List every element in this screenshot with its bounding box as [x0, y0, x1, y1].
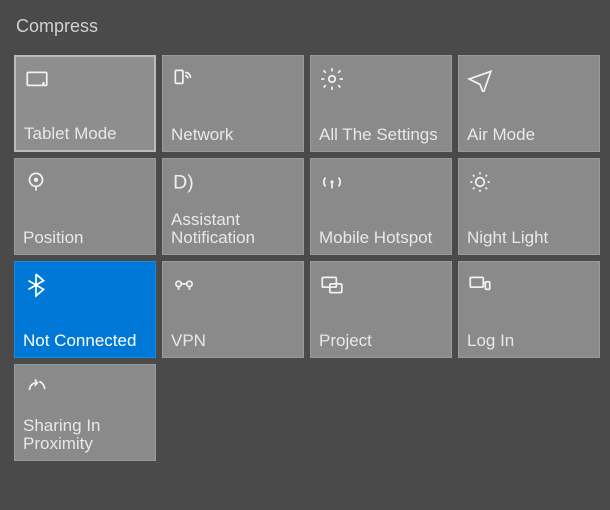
tile-connect[interactable]: Log In — [458, 261, 600, 358]
tile-vpn[interactable]: VPN — [162, 261, 304, 358]
tile-label: All The Settings — [319, 126, 443, 145]
tile-bluetooth[interactable]: Not Connected — [14, 261, 156, 358]
wifi-icon — [171, 66, 197, 92]
action-center-panel: Compress Tablet Mode Network All The Set… — [0, 0, 610, 471]
airplane-icon — [467, 66, 493, 92]
tile-label: Air Mode — [467, 126, 591, 145]
panel-header[interactable]: Compress — [10, 16, 600, 37]
bluetooth-icon — [23, 272, 49, 298]
tile-label: Project — [319, 332, 443, 351]
tile-label: Night Light — [467, 229, 591, 248]
tile-label: Position — [23, 229, 147, 248]
tile-label: Assistant Notification — [171, 211, 295, 248]
tablet-icon — [24, 67, 50, 93]
tile-all-settings[interactable]: All The Settings — [310, 55, 452, 152]
location-icon — [23, 169, 49, 195]
tile-tablet-mode[interactable]: Tablet Mode — [14, 55, 156, 152]
moon-icon: D) — [171, 169, 197, 195]
project-icon — [319, 272, 345, 298]
connect-icon — [467, 272, 493, 298]
tile-label: Not Connected — [23, 332, 147, 351]
tile-label: VPN — [171, 332, 295, 351]
hotspot-icon — [319, 169, 345, 195]
quick-actions-grid: Tablet Mode Network All The Settings Air… — [10, 55, 600, 461]
tile-air-mode[interactable]: Air Mode — [458, 55, 600, 152]
tile-label: Tablet Mode — [24, 125, 146, 144]
tile-nearby-sharing[interactable]: Sharing In Proximity — [14, 364, 156, 461]
tile-network[interactable]: Network — [162, 55, 304, 152]
vpn-icon — [171, 272, 197, 298]
tile-label: Network — [171, 126, 295, 145]
tile-night-light[interactable]: Night Light — [458, 158, 600, 255]
tile-label: Mobile Hotspot — [319, 229, 443, 248]
tile-label: Sharing In Proximity — [23, 417, 147, 454]
share-icon — [23, 375, 49, 401]
gear-icon — [319, 66, 345, 92]
tile-project[interactable]: Project — [310, 261, 452, 358]
svg-text:D): D) — [173, 172, 194, 194]
tile-mobile-hotspot[interactable]: Mobile Hotspot — [310, 158, 452, 255]
sun-icon — [467, 169, 493, 195]
tile-position[interactable]: Position — [14, 158, 156, 255]
tile-label: Log In — [467, 332, 591, 351]
tile-focus-assist[interactable]: D) Assistant Notification — [162, 158, 304, 255]
